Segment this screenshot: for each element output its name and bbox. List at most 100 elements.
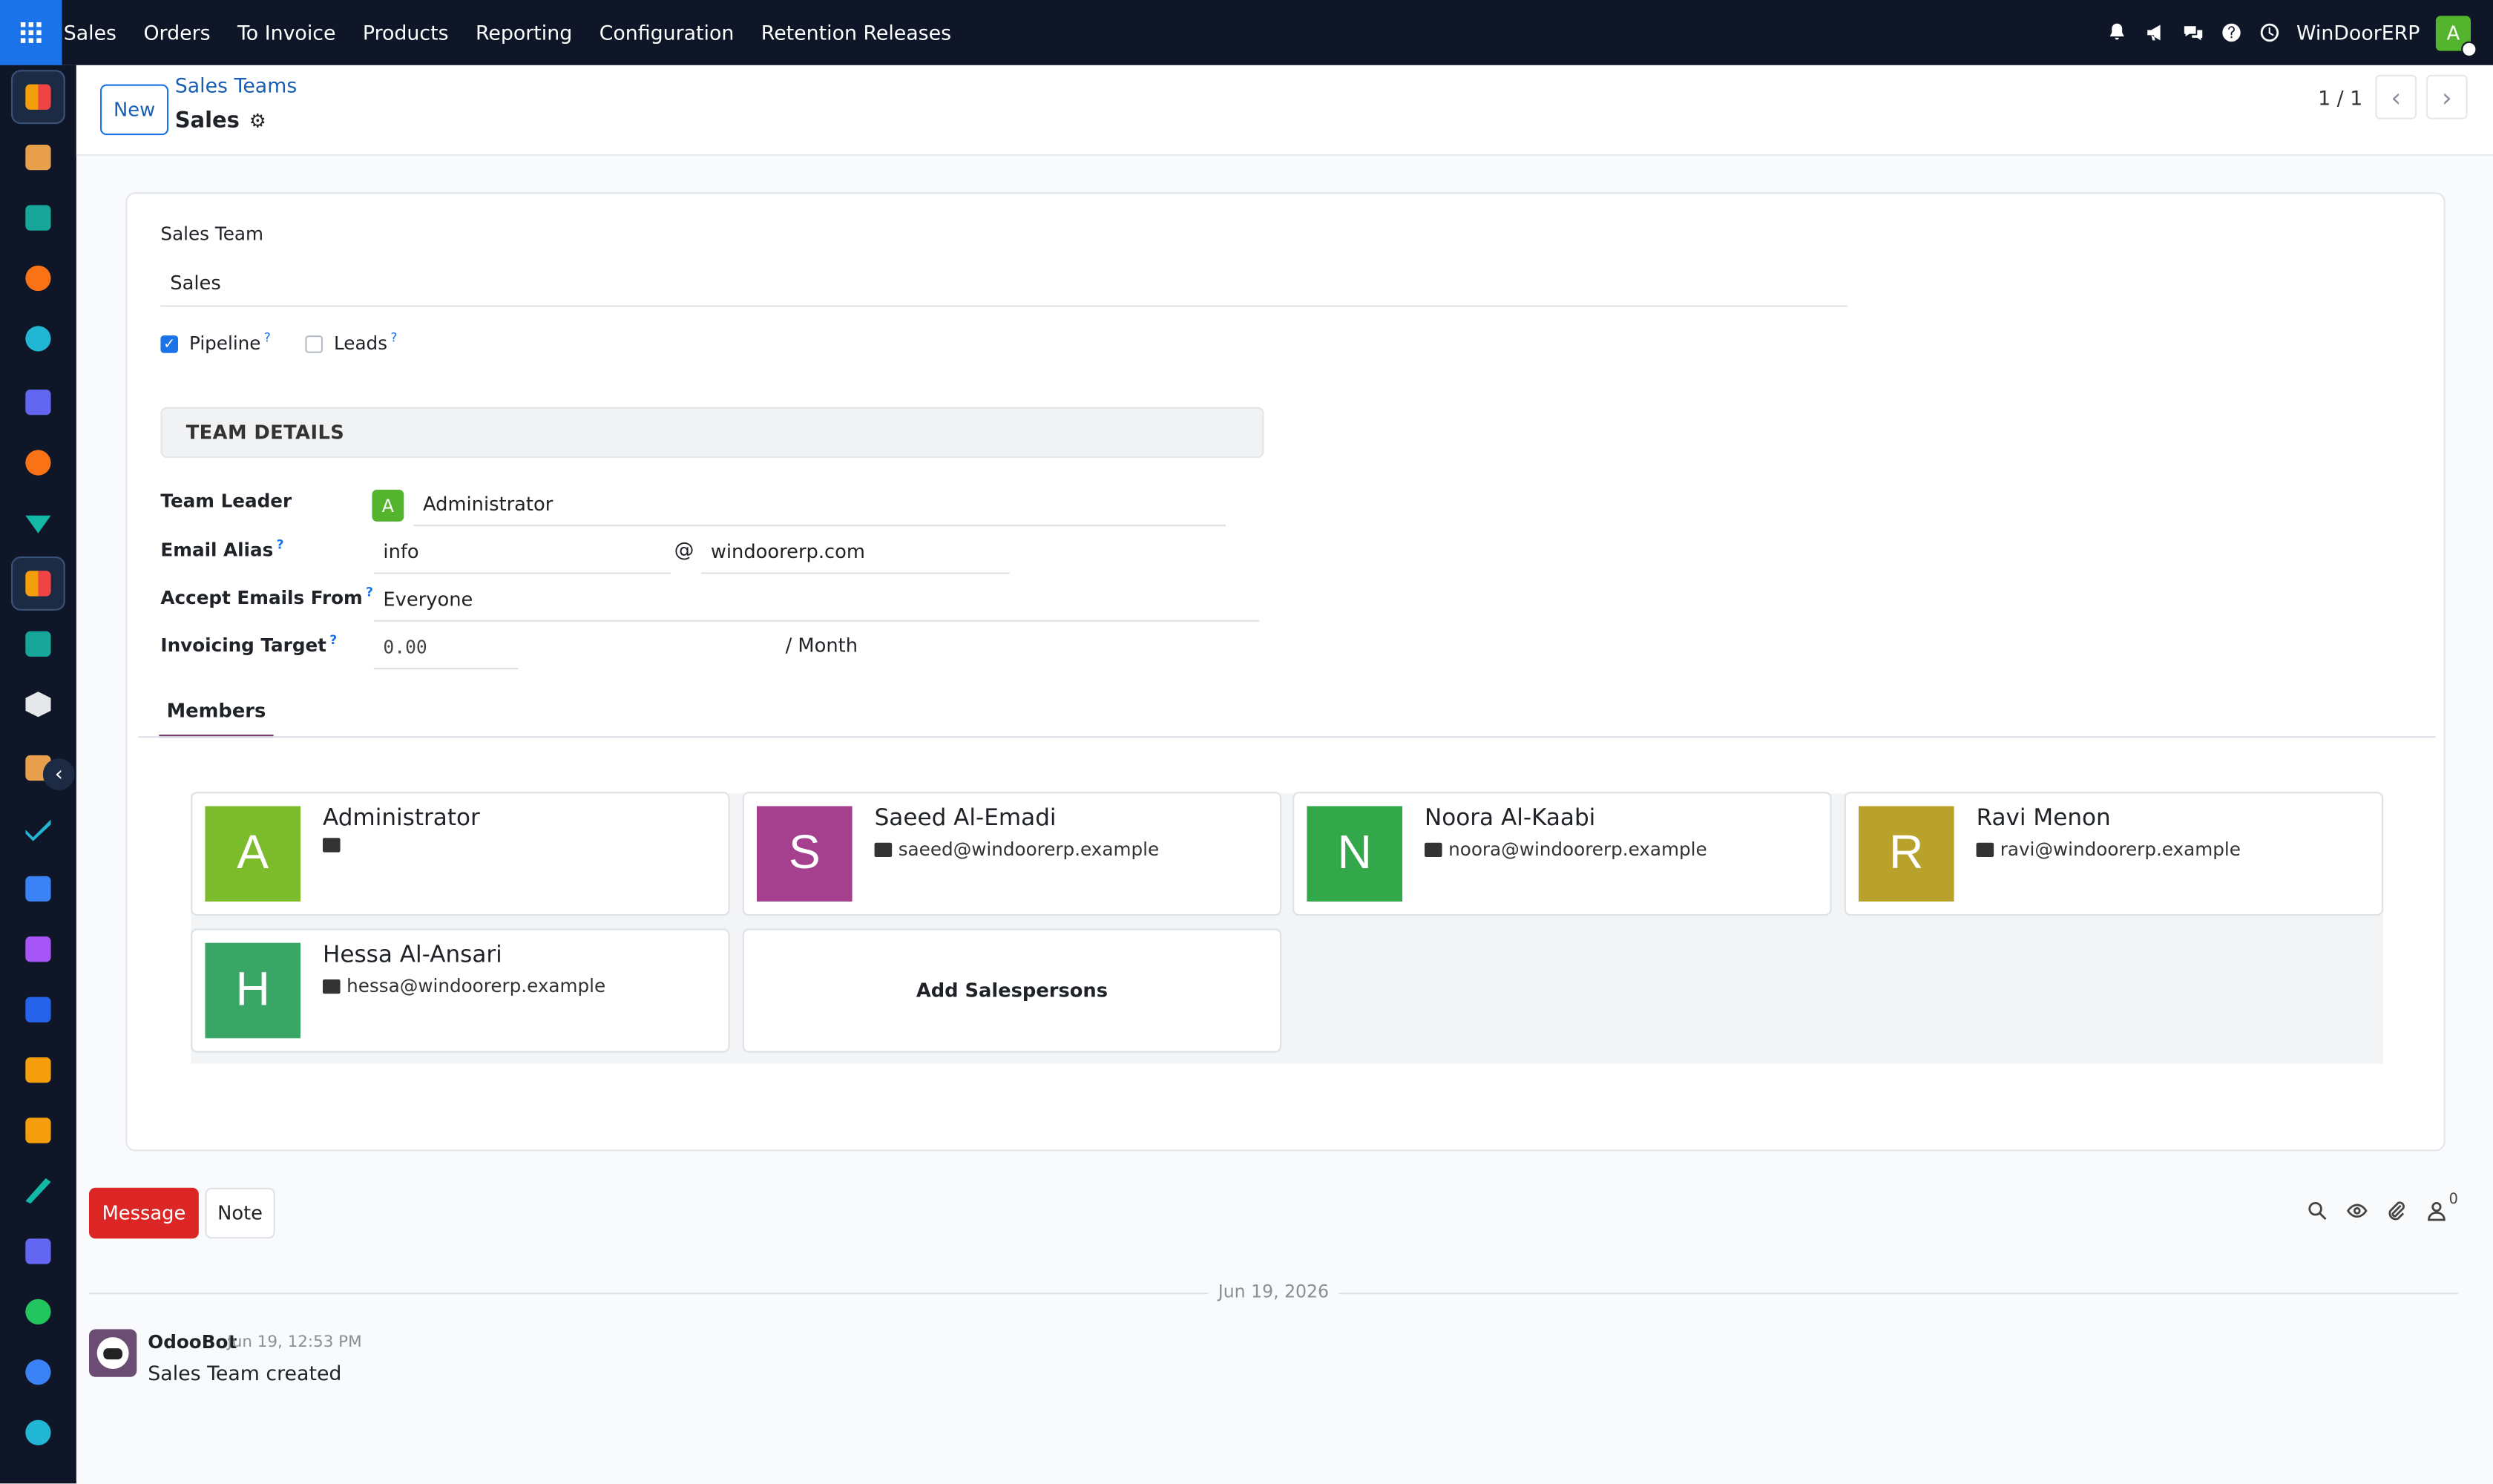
- menu-retention-releases[interactable]: Retention Releases: [761, 21, 951, 45]
- envelope-icon: [1976, 841, 1994, 856]
- member-card-saeed[interactable]: S Saeed Al-Emadi saeed@windoorerp.exampl…: [742, 792, 1282, 916]
- member-card-hessa[interactable]: H Hessa Al-Ansari hessa@windoorerp.examp…: [191, 928, 730, 1053]
- email-alias-input[interactable]: info: [373, 530, 671, 574]
- breadcrumb-parent[interactable]: Sales Teams: [175, 73, 298, 97]
- pipeline-checkbox[interactable]: ✓: [160, 335, 178, 353]
- wave-app-icon: [25, 1419, 51, 1445]
- tab-divider: [138, 736, 2436, 738]
- sidebar-collapse-chevron-icon[interactable]: ‹: [42, 758, 75, 790]
- chat-bubbles-icon[interactable]: [2182, 22, 2204, 44]
- member-name: Saeed Al-Emadi: [874, 806, 1057, 832]
- company-name[interactable]: WinDoorERP: [2296, 21, 2420, 45]
- pager-prev-chevron-icon[interactable]: ‹: [2375, 74, 2417, 119]
- pager-next-chevron-icon[interactable]: ›: [2426, 74, 2468, 119]
- menu-configuration[interactable]: Configuration: [600, 21, 735, 45]
- user-icon: [2427, 1201, 2448, 1226]
- sales-team-label: Sales Team: [160, 223, 264, 245]
- member-email: ravi@windoorerp.example: [1976, 838, 2241, 860]
- sales-team-input[interactable]: Sales: [160, 260, 1848, 307]
- globe-app-icon: [25, 326, 51, 352]
- note-button[interactable]: Note: [205, 1187, 275, 1239]
- eye-icon[interactable]: [2347, 1201, 2368, 1226]
- team-leader-label: Team Leader: [160, 490, 292, 512]
- menu-orders[interactable]: Orders: [143, 21, 210, 45]
- invoicing-target-input[interactable]: 0.00: [373, 625, 519, 670]
- app-whatsapp[interactable]: [11, 1284, 65, 1339]
- member-name: Administrator: [323, 806, 480, 832]
- leads-help-icon[interactable]: ?: [390, 331, 397, 345]
- app-contacts[interactable]: [11, 191, 65, 245]
- app-invoicing[interactable]: [11, 982, 65, 1037]
- leads-label: Leads?: [334, 330, 398, 355]
- megaphone-icon[interactable]: [2144, 22, 2166, 44]
- pipeline-help-icon[interactable]: ?: [264, 331, 271, 345]
- app-project[interactable]: [11, 801, 65, 856]
- message-author[interactable]: OdooBot: [148, 1331, 237, 1353]
- dashboard-app-icon: [25, 1238, 51, 1264]
- app-item-15[interactable]: [11, 922, 65, 976]
- envelope-icon: [874, 841, 893, 856]
- help-icon[interactable]: [2220, 22, 2242, 44]
- app-knowledge[interactable]: [11, 861, 65, 916]
- member-card-noora[interactable]: N Noora Al-Kaabi noora@windoorerp.exampl…: [1293, 792, 1832, 916]
- app-sign[interactable]: [11, 1164, 65, 1218]
- message-time: Jun 19, 12:53 PM: [227, 1333, 362, 1352]
- app-item-8[interactable]: [11, 496, 65, 551]
- envelope-icon: [323, 838, 341, 853]
- app-email-marketing[interactable]: [11, 375, 65, 430]
- app-team[interactable]: [11, 1043, 65, 1097]
- message-button[interactable]: Message: [89, 1187, 199, 1239]
- app-item-2[interactable]: [11, 131, 65, 185]
- tab-members[interactable]: Members: [159, 687, 274, 738]
- accept-emails-label: Accept Emails From?: [160, 585, 373, 609]
- app-dashboards[interactable]: [11, 1224, 65, 1278]
- accept-emails-select[interactable]: Everyone: [373, 577, 1260, 622]
- separator-line-right: [1339, 1293, 2458, 1295]
- team-leader-input[interactable]: Administrator: [413, 482, 1226, 527]
- user-avatar[interactable]: A: [2435, 15, 2477, 57]
- invoicing-target-help-icon[interactable]: ?: [329, 633, 337, 647]
- add-salespersons-button[interactable]: Add Salespersons: [742, 928, 1282, 1053]
- pager-value[interactable]: 1 / 1: [2318, 86, 2362, 110]
- menu-reporting[interactable]: Reporting: [476, 21, 572, 45]
- app-discuss[interactable]: [11, 252, 65, 306]
- app-inventory[interactable]: [11, 677, 65, 732]
- menu-products[interactable]: Products: [363, 21, 449, 45]
- clock-icon[interactable]: [2259, 22, 2281, 44]
- new-button[interactable]: New: [100, 84, 169, 136]
- app-sales[interactable]: [11, 70, 65, 125]
- envelope-icon: [1425, 841, 1442, 856]
- leads-checkbox[interactable]: [305, 335, 323, 353]
- book-app-icon: [25, 876, 51, 902]
- email-domain-input[interactable]: windoorerp.com: [701, 530, 1010, 574]
- email-alias-help-icon[interactable]: ?: [277, 537, 284, 551]
- member-name: Hessa Al-Ansari: [323, 942, 502, 968]
- member-card-ravi[interactable]: R Ravi Menon ravi@windoorerp.example: [1844, 792, 2384, 916]
- bell-icon[interactable]: [2106, 22, 2128, 44]
- status-dot-icon: [2461, 40, 2477, 57]
- gear-icon[interactable]: ⚙: [249, 110, 266, 132]
- app-calendar[interactable]: [11, 1103, 65, 1158]
- menu-sales[interactable]: Sales: [64, 21, 116, 45]
- followers-button[interactable]: 0: [2427, 1192, 2458, 1226]
- member-email: hessa@windoorerp.example: [323, 975, 605, 997]
- menu-to-invoice[interactable]: To Invoice: [237, 21, 335, 45]
- app-live-chat[interactable]: [11, 436, 65, 490]
- app-website[interactable]: [11, 312, 65, 366]
- odoobot-avatar[interactable]: [89, 1329, 137, 1377]
- apps-grid-icon: [20, 22, 42, 43]
- search-icon[interactable]: [2308, 1201, 2328, 1226]
- app-item-22[interactable]: [11, 1345, 65, 1399]
- app-employees[interactable]: [11, 617, 65, 671]
- apps-menu-button[interactable]: [0, 0, 62, 65]
- app-sales-2[interactable]: [11, 556, 65, 611]
- record-title: Sales: [174, 108, 240, 134]
- top-navbar: Sales Orders To Invoice Products Reporti…: [0, 0, 2493, 65]
- member-card-administrator[interactable]: A Administrator: [191, 792, 730, 916]
- puzzle-app-icon: [25, 145, 51, 171]
- app-item-23[interactable]: [11, 1405, 65, 1460]
- accept-emails-help-icon[interactable]: ?: [366, 585, 373, 600]
- systray: WinDoorERP A: [2106, 0, 2477, 65]
- paperclip-icon[interactable]: [2387, 1201, 2408, 1226]
- chat-app-icon: [25, 265, 51, 292]
